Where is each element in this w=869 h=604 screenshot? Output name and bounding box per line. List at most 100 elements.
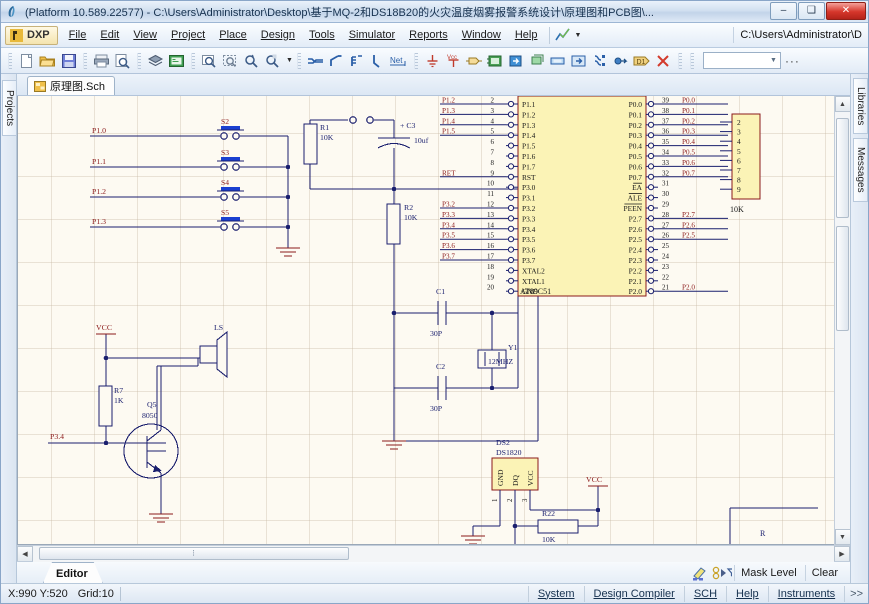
toolbar-grip-8[interactable] bbox=[689, 52, 694, 69]
place-line-icon[interactable] bbox=[368, 51, 389, 71]
place-designator-icon[interactable]: D1 bbox=[632, 51, 653, 71]
vertical-scroll-thumb[interactable] bbox=[835, 118, 849, 218]
toolbar-overflow-button[interactable]: ··· bbox=[785, 54, 800, 68]
dxp-logo-icon bbox=[10, 28, 23, 42]
zoom-filter-icon[interactable] bbox=[241, 51, 262, 71]
place-port-arrow-icon[interactable] bbox=[569, 51, 590, 71]
status-button-design-compiler[interactable]: Design Compiler bbox=[583, 585, 684, 602]
place-noerc-icon[interactable] bbox=[590, 51, 611, 71]
sidebar-item-libraries[interactable]: Libraries bbox=[853, 78, 868, 134]
place-wire-icon[interactable] bbox=[305, 51, 326, 71]
status-buttons: System Design Compiler SCH Help Instrume… bbox=[527, 585, 868, 602]
schematic-label: VCC bbox=[96, 323, 112, 332]
scroll-right-button[interactable]: ▶ bbox=[834, 546, 850, 562]
status-button-system[interactable]: System bbox=[527, 585, 584, 602]
menu-item-file[interactable]: File bbox=[62, 26, 94, 44]
place-gnd-icon[interactable] bbox=[422, 51, 443, 71]
schematic-label: 37 bbox=[662, 117, 670, 125]
status-label-help: Help bbox=[736, 587, 759, 600]
status-button-instruments[interactable]: Instruments bbox=[767, 585, 844, 602]
zoom-selection-icon[interactable] bbox=[220, 51, 241, 71]
scroll-left-button[interactable]: ◀ bbox=[17, 546, 33, 562]
document-tab-schematic[interactable]: 原理图.Sch bbox=[27, 76, 116, 95]
scroll-up-button[interactable]: ▲ bbox=[834, 96, 851, 112]
editor-row-spacer bbox=[103, 562, 690, 583]
schematic-canvas[interactable]: P1.1 2 P1.2 P1.2 3 P1.3 P1.3 4 P1.4 P1.4 5 P1.5 P1.5… bbox=[17, 96, 834, 545]
delete-icon[interactable] bbox=[653, 51, 674, 71]
schematic-label: P0.2 bbox=[682, 117, 695, 125]
vertical-scrollbar[interactable]: ▲ ▼ bbox=[834, 96, 851, 545]
place-sheet-symbol-icon[interactable] bbox=[485, 51, 506, 71]
horizontal-scrollbar[interactable]: ◀ ⁝ ▶ bbox=[17, 545, 850, 562]
dxp-menu-button[interactable]: DXP bbox=[5, 25, 58, 45]
status-more-button[interactable]: >> bbox=[844, 585, 868, 602]
place-device-sheet-icon[interactable] bbox=[527, 51, 548, 71]
schematic-label: P2.1 bbox=[629, 277, 643, 286]
zoom-area-icon[interactable] bbox=[199, 51, 220, 71]
toolbar-grip-2[interactable] bbox=[83, 52, 87, 69]
sidebar-item-projects[interactable]: Projects bbox=[2, 80, 17, 136]
print-icon[interactable] bbox=[91, 51, 112, 71]
menu-item-view[interactable]: View bbox=[126, 26, 164, 44]
place-vcc-icon[interactable]: Vcc bbox=[443, 51, 464, 71]
place-sheet-entry-icon[interactable] bbox=[506, 51, 527, 71]
vertical-scroll-track[interactable] bbox=[834, 112, 851, 529]
place-netlabel-icon[interactable]: Net bbox=[389, 51, 410, 71]
place-part-icon[interactable] bbox=[464, 51, 485, 71]
menu-item-window[interactable]: Window bbox=[455, 26, 508, 44]
schematic-label: 30P bbox=[430, 404, 443, 413]
tab-editor[interactable]: Editor bbox=[43, 562, 103, 583]
print-preview-icon[interactable] bbox=[112, 51, 133, 71]
clear-button[interactable]: Clear bbox=[804, 564, 844, 581]
browse-library-icon[interactable] bbox=[166, 51, 187, 71]
toolbar-combo[interactable]: ▼ bbox=[702, 52, 781, 69]
maximize-button[interactable]: ❑ bbox=[798, 1, 825, 20]
place-port-icon[interactable] bbox=[548, 51, 569, 71]
chevron-down-icon[interactable]: ▼ bbox=[574, 32, 581, 39]
schematic-label: P2.0 bbox=[629, 287, 643, 296]
status-button-sch[interactable]: SCH bbox=[683, 585, 726, 602]
schematic-label: P0.6 bbox=[682, 159, 695, 167]
toolbar-grip-3[interactable] bbox=[137, 52, 141, 69]
save-icon[interactable] bbox=[58, 51, 79, 71]
status-button-help[interactable]: Help bbox=[726, 585, 768, 602]
toolbar-grip[interactable] bbox=[8, 52, 12, 69]
menu-item-reports[interactable]: Reports bbox=[402, 26, 455, 44]
status-label-sch: SCH bbox=[693, 587, 718, 600]
open-folder-icon[interactable] bbox=[37, 51, 58, 71]
mask-level-button[interactable]: Mask Level bbox=[734, 564, 803, 581]
highlight-icon[interactable] bbox=[690, 564, 710, 582]
place-directive-icon[interactable] bbox=[611, 51, 632, 71]
sidebar-item-messages[interactable]: Messages bbox=[853, 138, 868, 202]
menu-item-simulator[interactable]: Simulator bbox=[342, 26, 402, 44]
schematic-label: 32 bbox=[662, 169, 670, 177]
menu-item-project[interactable]: Project bbox=[164, 26, 212, 44]
menu-item-place[interactable]: Place bbox=[212, 26, 254, 44]
toolbar-grip-5[interactable] bbox=[296, 52, 301, 69]
menu-label-edit: Edit bbox=[100, 29, 120, 41]
vertical-scroll-thumb-2[interactable] bbox=[835, 226, 849, 331]
menu-item-design[interactable]: Design bbox=[254, 26, 302, 44]
mask-filter-icon[interactable] bbox=[712, 564, 733, 582]
toolbar-grip-7[interactable] bbox=[677, 52, 682, 69]
schematic-label: RST bbox=[522, 173, 536, 182]
menu-item-edit[interactable]: Edit bbox=[93, 26, 126, 44]
minimize-button[interactable]: – bbox=[770, 1, 797, 20]
place-bus-icon[interactable] bbox=[326, 51, 347, 71]
chart-icon[interactable] bbox=[555, 28, 571, 42]
toolbar-grip-6[interactable] bbox=[413, 52, 418, 69]
scroll-down-button[interactable]: ▼ bbox=[834, 529, 851, 545]
open-library-icon[interactable] bbox=[145, 51, 166, 71]
new-document-icon[interactable] bbox=[16, 51, 37, 71]
place-bus-entry-icon[interactable] bbox=[347, 51, 368, 71]
close-button[interactable]: ✕ bbox=[826, 1, 866, 20]
horizontal-scroll-thumb[interactable]: ⁝ bbox=[39, 547, 349, 560]
schematic-label: P3.1 bbox=[522, 194, 536, 203]
horizontal-scroll-track[interactable]: ⁝ bbox=[33, 546, 834, 562]
schematic-label: 10K bbox=[320, 133, 334, 142]
zoom-mask-icon[interactable] bbox=[262, 51, 283, 71]
menu-item-tools[interactable]: Tools bbox=[302, 26, 342, 44]
menu-item-help[interactable]: Help bbox=[508, 26, 545, 44]
toolbar-chevron-down-icon[interactable]: ▼ bbox=[286, 57, 293, 64]
toolbar-grip-4[interactable] bbox=[191, 52, 195, 69]
